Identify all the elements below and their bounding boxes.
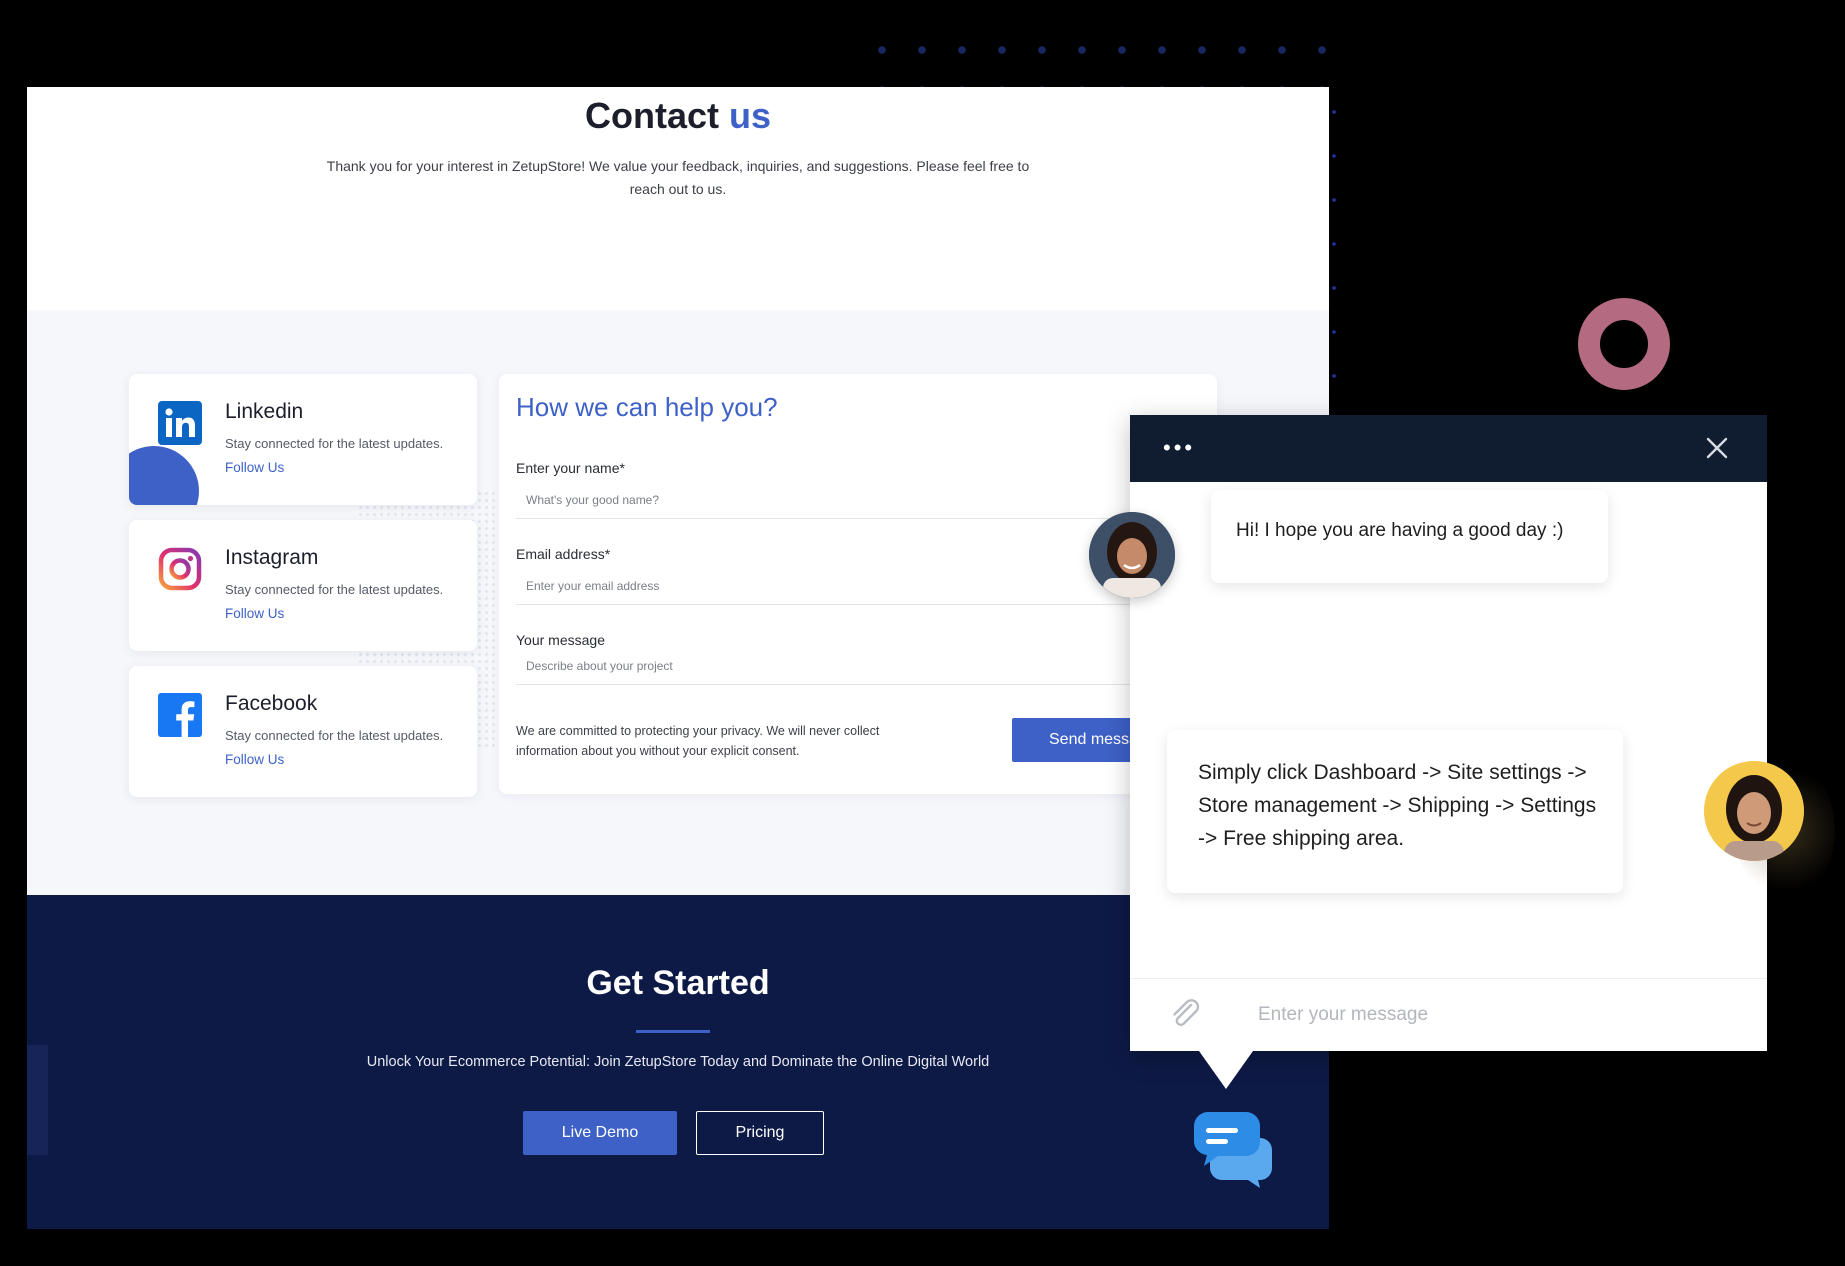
more-options-icon[interactable]: ••• [1163,437,1195,459]
social-name: Instagram [225,546,319,569]
name-input[interactable] [516,481,1156,519]
chat-message-reply: Simply click Dashboard -> Site settings … [1167,730,1623,893]
chat-bubble-tail [1199,1051,1253,1089]
agent-avatar [1089,512,1175,598]
live-demo-button[interactable]: Live Demo [523,1111,677,1155]
decorative-dot-grid [862,30,1342,90]
paperclip-icon[interactable] [1167,996,1203,1032]
page-title-main: Contact [584,95,719,136]
user-avatar [1704,761,1804,861]
decorative-dot-column [1331,90,1337,400]
privacy-notice: We are committed to protecting your priv… [516,724,880,758]
social-name: Facebook [225,692,318,715]
chat-header: ••• [1130,415,1767,482]
follow-instagram-link[interactable]: Follow Us [225,606,284,621]
chat-launcher-icon[interactable] [1192,1110,1274,1188]
chat-message-incoming: Hi! I hope you are having a good day :) [1211,490,1608,583]
title-underline [636,1030,710,1033]
page-subtitle: Thank you for your interest in ZetupStor… [326,158,1030,197]
hero-section: Contact us Thank you for your interest i… [27,87,1329,310]
chat-message-text: Hi! I hope you are having a good day :) [1236,520,1564,541]
close-icon[interactable] [1701,432,1733,464]
social-name: Linkedin [225,400,304,423]
cta-subtitle: Unlock Your Ecommerce Potential: Join Ze… [366,1054,990,1070]
email-input[interactable] [516,567,1156,605]
decorative-ring [1578,298,1670,390]
message-input[interactable] [516,647,1156,685]
chat-widget: ••• Hi! I hope you are having a good day… [1130,415,1767,1089]
email-label: Email address* [516,546,611,562]
follow-linkedin-link[interactable]: Follow Us [225,460,284,475]
decorative-blob [129,446,199,505]
social-description: Stay connected for the latest updates. [225,436,444,451]
chat-composer [1130,978,1767,1052]
page-title-accent: us [729,95,772,136]
social-description: Stay connected for the latest updates. [225,582,444,597]
social-description: Stay connected for the latest updates. [225,728,444,743]
linkedin-icon [158,401,202,445]
message-label: Your message [516,632,605,648]
social-card-instagram: Instagram Stay connected for the latest … [129,520,477,651]
instagram-icon [158,547,202,591]
chat-message-input[interactable] [1256,992,1740,1038]
follow-facebook-link[interactable]: Follow Us [225,752,284,767]
pricing-button[interactable]: Pricing [696,1111,824,1155]
social-card-facebook: Facebook Stay connected for the latest u… [129,666,477,797]
chat-message-text: Simply click Dashboard -> Site settings … [1198,761,1597,850]
social-card-linkedin: Linkedin Stay connected for the latest u… [129,374,477,505]
form-title: How we can help you? [516,392,778,422]
name-label: Enter your name* [516,460,625,476]
facebook-icon [158,693,202,737]
page-title: Contact us [27,95,1329,137]
